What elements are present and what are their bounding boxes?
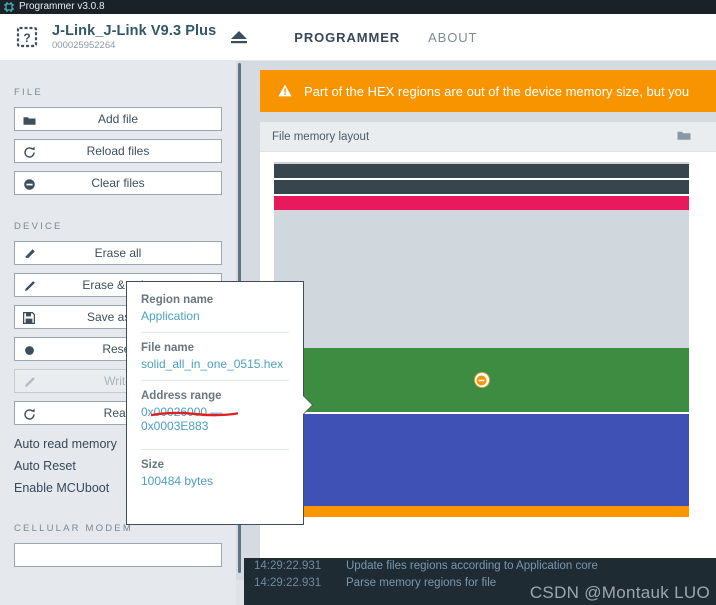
memory-region-column [274,164,689,517]
memory-region-dark-2[interactable] [274,180,689,194]
tooltip-key: File name [141,342,195,354]
add-file-label: Add file [97,112,139,126]
log-row: 14:29:22.931 Update files regions accord… [244,558,716,575]
memory-region-dark-1[interactable] [274,164,689,178]
eraser-icon [23,242,36,266]
chip-icon [4,2,14,12]
tooltip-separator [141,332,289,333]
minus-circle-icon [23,172,36,196]
red-annotation-underline [150,404,239,417]
tooltip-key: Address range [141,390,222,402]
region-tooltip: Region name Application File name solid_… [126,281,312,525]
tooltip-value: 0x00026000 — 0x0003E883 [141,405,223,433]
log-timestamp: 14:29:22.931 [254,560,322,572]
file-memory-layout-body [260,152,703,517]
folder-icon[interactable] [677,128,691,146]
pencil-icon [23,370,36,394]
add-file-button[interactable]: Add file [14,107,222,131]
tooltip-key: Region name [141,294,214,306]
memory-region-orange[interactable] [274,506,689,517]
unknown-chip-icon: ? [12,22,42,52]
log-message: Parse memory regions for file [346,577,497,589]
erase-all-button[interactable]: Erase all [14,241,222,265]
clear-files-button[interactable]: Clear files [14,171,222,195]
save-icon [23,306,35,330]
tooltip-value: 100484 bytes [141,474,214,488]
section-label-file: FILE [14,87,43,98]
top-navbar: ? J-Link_J-Link V9.3 Plus 000025952264 P… [0,14,716,61]
memory-region-application[interactable] [274,348,689,412]
tooltip-value: solid_all_in_one_0515.hex [141,357,284,371]
log-timestamp: 14:29:22.931 [254,577,322,589]
device-selector[interactable]: ? J-Link_J-Link V9.3 Plus 000025952264 [0,22,250,52]
clear-files-label: Clear files [91,176,145,190]
reload-icon [23,140,36,164]
eject-icon[interactable] [228,26,250,48]
memory-region-blue[interactable] [274,414,689,506]
minus-circle-icon[interactable] [473,372,490,388]
warning-triangle-icon [278,84,292,99]
tooltip-key: Size [141,459,165,471]
pencil-icon [23,274,36,298]
log-message: Update files regions according to Applic… [346,560,598,572]
tooltip-field-size: Size 100484 bytes [141,459,289,488]
device-serial: 000025952264 [52,39,116,51]
tab-programmer[interactable]: PROGRAMMER [280,14,414,60]
file-memory-layout-header: File memory layout [260,122,703,152]
log-panel[interactable]: 14:29:22.931 Update files regions accord… [244,558,716,605]
sidebar-section-file: FILE Add file Reload files Clear files [0,87,236,195]
nav-tabs: PROGRAMMER ABOUT [280,14,491,60]
enable-mcuboot-label: Enable MCUboot [14,481,110,495]
tooltip-field-file-name: File name solid_all_in_one_0515.hex [141,342,289,371]
file-memory-layout-card: File memory layout [260,122,703,558]
svg-text:?: ? [23,31,30,45]
memory-warning-text: Part of the HEX regions are out of the d… [304,83,690,99]
cellular-modem-button[interactable] [14,543,222,567]
app-window: Programmer v3.0.8 ? J-Link_J-Link V9.3 P… [0,0,716,605]
watermark: CSDN @Montauk LUO [529,583,710,602]
tab-about[interactable]: ABOUT [414,14,491,60]
tooltip-arrow [303,396,312,414]
tooltip-field-address-range: Address range 0x00026000 — 0x0003E883 [141,390,289,433]
auto-read-memory-label: Auto read memory [14,437,117,451]
sidebar-section-cellular-modem: CELLULAR MODEM [0,523,236,567]
tooltip-field-region-name: Region name Application [141,294,289,323]
device-memory-layout-card [703,122,716,558]
reload-files-button[interactable]: Reload files [14,139,222,163]
tooltip-separator [141,380,289,381]
window-titlebar: Programmer v3.0.8 [0,0,716,14]
erase-all-label: Erase all [94,246,142,260]
memory-region-pink[interactable] [274,196,689,210]
file-memory-layout-title: File memory layout [272,130,370,143]
reload-icon [23,402,36,426]
device-name: J-Link_J-Link V9.3 Plus [52,22,217,39]
folder-icon [23,108,36,132]
tooltip-value: Application [141,309,200,323]
window-title: Programmer v3.0.8 [19,1,105,12]
main-content: Part of the HEX regions are out of the d… [244,61,716,558]
memory-warning-banner: Part of the HEX regions are out of the d… [260,70,716,112]
tooltip-separator [141,449,289,450]
auto-reset-label: Auto Reset [14,459,76,473]
reload-files-label: Reload files [86,144,150,158]
memory-region-empty[interactable] [274,210,689,348]
section-label-device: DEVICE [14,221,63,232]
device-memory-layout-header [703,122,716,152]
dot-icon [23,338,36,362]
